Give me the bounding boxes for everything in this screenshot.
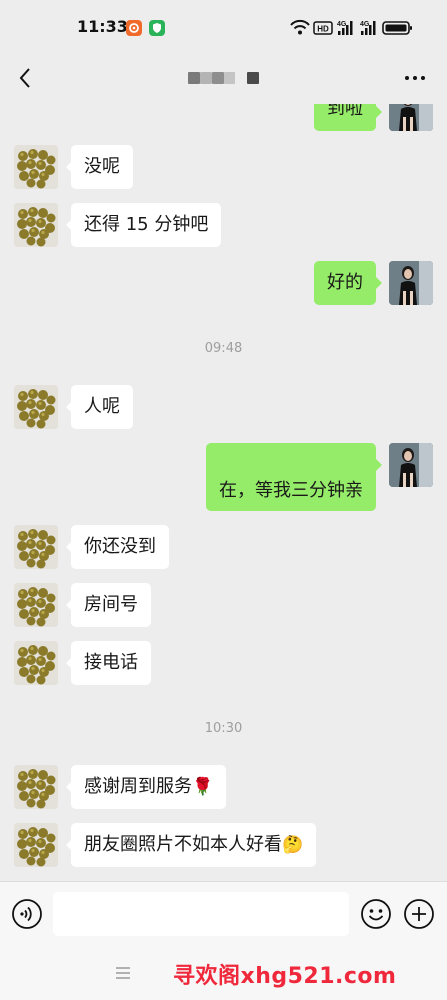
bubble-tail [376,277,382,289]
orange-app-icon [126,20,142,36]
contact-avatar[interactable] [14,385,58,429]
contact-avatar[interactable] [14,203,58,247]
message-text: 到啦 [327,104,363,119]
contact-avatar[interactable] [14,823,58,867]
message-timestamp: 10:30 [204,721,243,736]
received-message-bubble[interactable]: 感谢周到服务🌹 [71,765,227,809]
chat-header [0,56,447,104]
message-input-bar [0,881,447,947]
watermark-text: 寻欢阁xhg521.com [173,964,397,989]
contact-name-redacted [200,72,212,84]
voice-icon[interactable] [11,898,43,930]
bubble-tail [376,106,382,118]
svg-text:HD: HD [317,25,329,34]
svg-text:4G: 4G [337,21,347,28]
sent-message-bubble[interactable]: 在，等我三分钟亲 [206,443,376,511]
received-message-bubble[interactable]: 房间号 [71,583,151,627]
sent-message-bubble[interactable]: 好的 [314,261,376,305]
received-message-bubble[interactable]: 接电话 [71,641,151,685]
received-message-bubble[interactable]: 你还没到 [71,525,169,569]
contact-avatar[interactable] [14,525,58,569]
contact-avatar[interactable] [14,765,58,809]
message-text: 接电话 [84,652,138,673]
my-avatar[interactable] [389,261,433,305]
message-timestamp: 09:48 [204,341,243,356]
status-time: 11:33 [77,17,128,36]
more-dots-icon[interactable] [403,66,427,90]
contact-avatar[interactable] [14,641,58,685]
received-message-bubble[interactable]: 没呢 [71,145,133,189]
back-arrow-icon[interactable] [14,66,38,90]
signal-4g-icon: 4G [360,21,376,35]
thinking-emoji-icon: 🤔 [282,835,304,855]
message-list[interactable]: 到啦 没呢 还得 15 分钟吧 好的 09:48 人呢 在，等我三分钟亲 你还没… [0,104,447,881]
message-text: 房间号 [84,594,138,615]
status-indicators: HD 4G 4G [289,18,419,38]
message-text: 人呢 [84,396,120,417]
contact-avatar[interactable] [14,583,58,627]
system-navigation-bar: 寻欢阁xhg521.com [0,947,447,1000]
status-bar: 11:33 HD 4G 4G [0,0,447,56]
message-text: 好的 [327,272,363,293]
signal-4g-icon: 4G [337,21,353,35]
rose-emoji-icon: 🌹 [192,777,214,797]
svg-text:4G: 4G [360,21,370,28]
message-text: 朋友圈照片不如本人好看 [84,834,282,855]
bubble-tail [376,459,382,471]
contact-name-redacted [188,72,200,84]
message-text: 还得 15 分钟吧 [84,214,209,235]
hd-icon: HD [313,21,333,35]
sent-message-bubble[interactable]: 到啦 [314,104,376,131]
battery-icon [382,21,412,35]
hamburger-menu-icon[interactable] [114,964,132,982]
received-message-bubble[interactable]: 人呢 [71,385,133,429]
my-avatar[interactable] [389,443,433,487]
message-text: 在，等我三分钟亲 [219,480,363,501]
my-avatar[interactable] [389,104,433,131]
contact-name-redacted [247,72,259,84]
plus-circle-icon[interactable] [403,898,435,930]
emoji-smile-icon[interactable] [360,898,392,930]
contact-name-redacted [224,72,235,84]
wifi-icon [290,19,310,35]
contact-avatar[interactable] [14,145,58,189]
message-text: 感谢周到服务 [84,776,192,797]
message-text: 你还没到 [84,536,156,557]
green-shield-icon [149,20,165,36]
message-text: 没呢 [84,156,120,177]
received-message-bubble[interactable]: 还得 15 分钟吧 [71,203,222,247]
contact-name-redacted [212,72,224,84]
message-text-input[interactable] [53,892,349,936]
received-message-bubble[interactable]: 朋友圈照片不如本人好看🤔 [71,823,317,867]
